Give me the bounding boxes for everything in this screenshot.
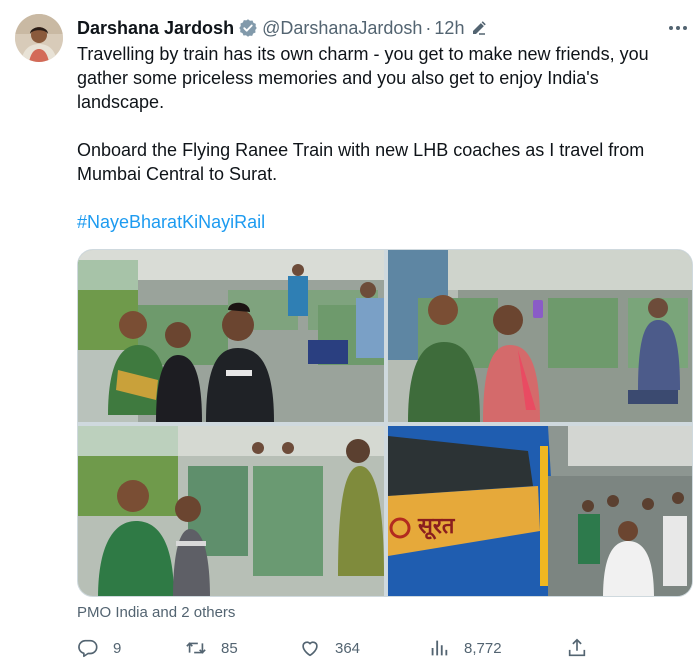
- tweet-header: Darshana Jardosh @DarshanaJardosh · 12h: [77, 16, 488, 40]
- tagged-users-label[interactable]: PMO India and 2 others: [77, 603, 235, 623]
- tweet-paragraph-1: Travelling by train has its own charm - …: [77, 44, 649, 112]
- tweet[interactable]: Darshana Jardosh @DarshanaJardosh · 12h …: [0, 0, 693, 668]
- separator-dot: ·: [425, 18, 432, 38]
- photo-2[interactable]: [388, 250, 692, 422]
- timestamp[interactable]: 12h: [434, 16, 464, 40]
- views-count: 8,772: [464, 639, 502, 657]
- reply-icon[interactable]: [77, 637, 99, 659]
- train-sign-text: सूरत: [417, 514, 456, 540]
- hashtag-link[interactable]: #NayeBharatKiNayiRail: [77, 212, 265, 232]
- tagged-users[interactable]: PMO India and 2 others: [77, 603, 235, 623]
- reply-button[interactable]: 9: [77, 636, 121, 660]
- author-handle[interactable]: @DarshanaJardosh: [262, 16, 422, 40]
- more-options-icon[interactable]: [668, 18, 688, 38]
- media-grid: सूरत: [77, 249, 693, 597]
- avatar[interactable]: [15, 14, 63, 62]
- share-button[interactable]: [566, 636, 588, 660]
- retweet-button[interactable]: 85: [185, 636, 238, 660]
- views-button[interactable]: 8,772: [428, 636, 502, 660]
- photo-4[interactable]: सूरत: [388, 426, 692, 596]
- retweet-count: 85: [221, 639, 238, 657]
- views-chart-icon[interactable]: [428, 637, 450, 659]
- heart-icon[interactable]: [299, 637, 321, 659]
- retweet-icon[interactable]: [185, 637, 207, 659]
- reply-count: 9: [113, 639, 122, 657]
- photo-1[interactable]: [78, 250, 384, 422]
- edited-pencil-icon[interactable]: [470, 19, 488, 37]
- author-name[interactable]: Darshana Jardosh: [77, 16, 234, 40]
- photo-3[interactable]: [78, 426, 384, 596]
- verified-badge-icon: [238, 18, 258, 38]
- tweet-paragraph-2: Onboard the Flying Ranee Train with new …: [77, 140, 645, 184]
- like-button[interactable]: 364: [299, 636, 360, 660]
- share-icon[interactable]: [566, 637, 588, 659]
- like-count: 364: [335, 639, 361, 657]
- action-bar: 9 85 364 8,772: [77, 636, 677, 660]
- tweet-text: Travelling by train has its own charm - …: [77, 42, 677, 258]
